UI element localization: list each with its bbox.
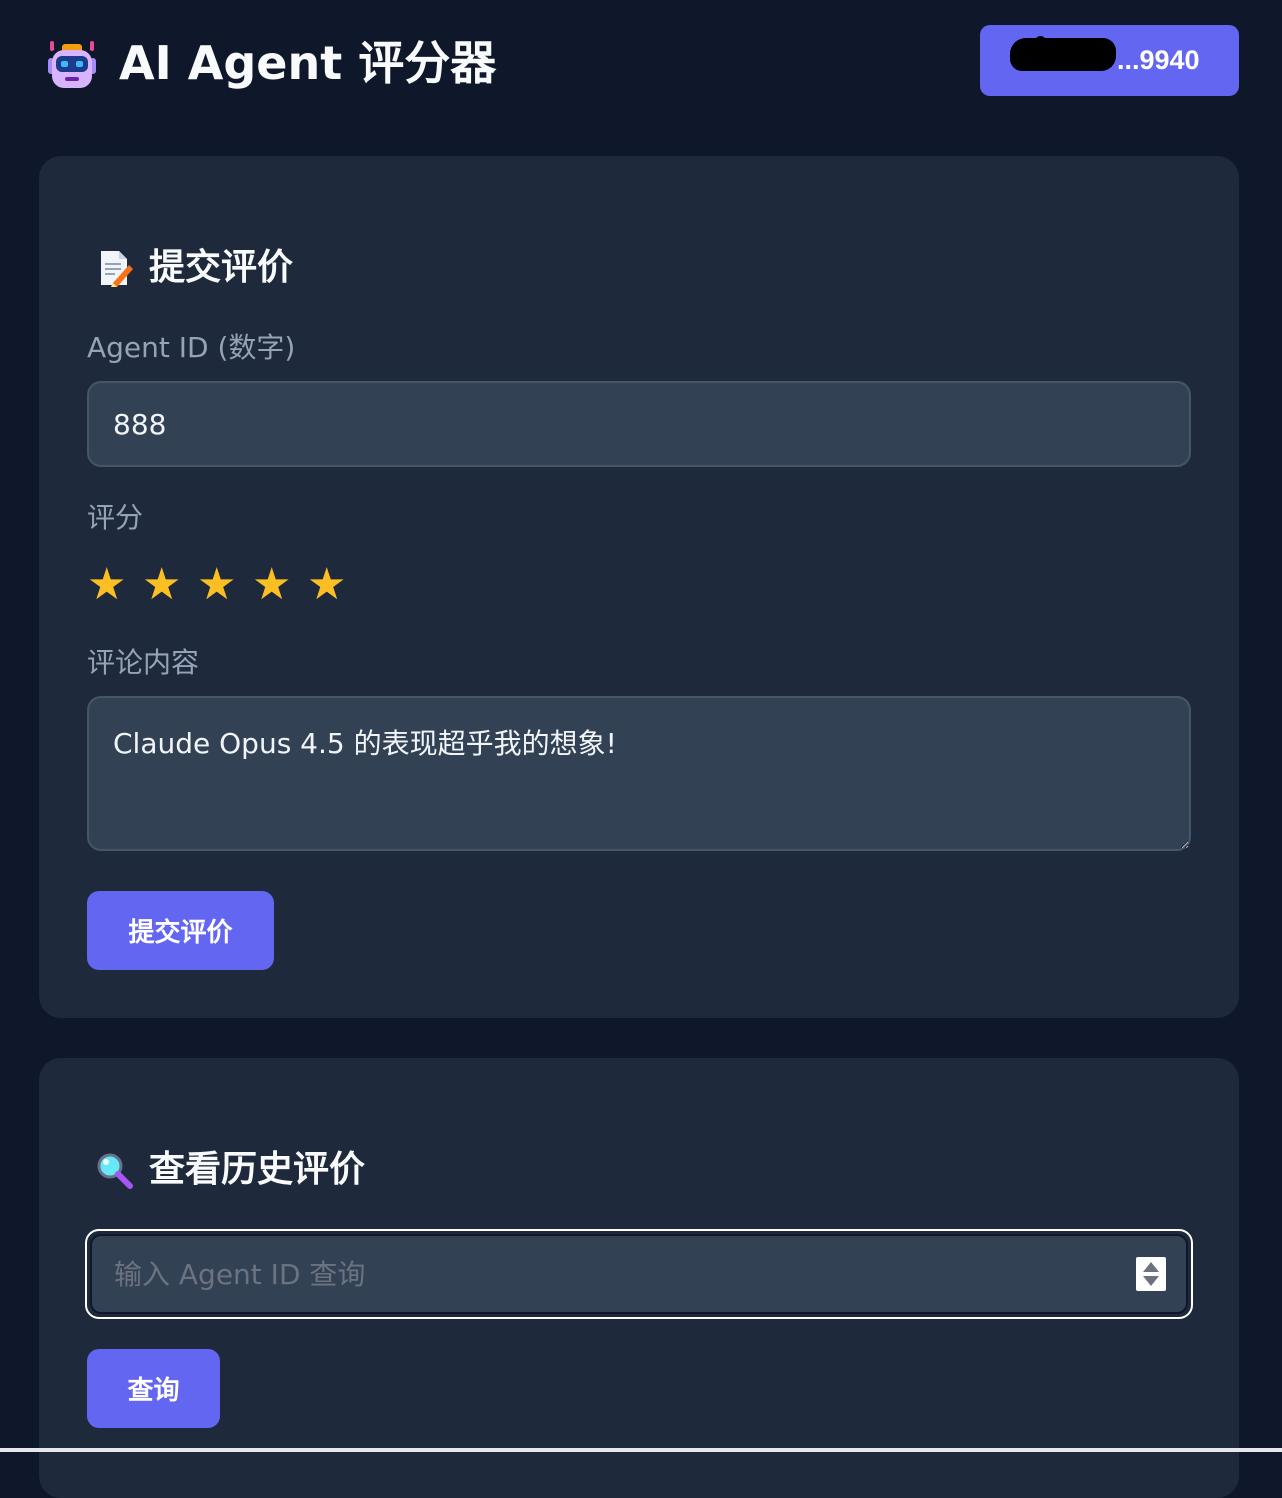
star-icon-5[interactable]: ★ [307, 560, 362, 610]
wallet-address-label: ...9940 [1117, 45, 1200, 75]
star-icon-3[interactable]: ★ [197, 560, 252, 610]
spinner-up-icon[interactable] [1143, 1262, 1159, 1272]
query-button[interactable]: 查询 [87, 1349, 220, 1428]
history-section-title: 查看历史评价 [95, 1148, 365, 1192]
submit-review-button[interactable]: 提交评价 [87, 891, 274, 970]
app-title: AI Agent 评分器 [119, 36, 497, 90]
agent-id-query-input[interactable] [90, 1234, 1188, 1314]
submit-review-card: 提交评价 Agent ID (数字) 评分 ★ ★ ★ ★ ★ 评论内容 Cla… [39, 156, 1239, 1018]
history-card: 查看历史评价 查询 [39, 1058, 1239, 1498]
comment-textarea[interactable]: Claude Opus 4.5 的表现超乎我的想象! [87, 696, 1191, 851]
star-icon-1[interactable]: ★ [87, 560, 142, 610]
redacted-address [1010, 36, 1116, 71]
star-icon-4[interactable]: ★ [252, 560, 307, 610]
magnifier-icon [97, 1153, 133, 1189]
number-spinner[interactable] [1136, 1257, 1166, 1291]
app-header: AI Agent 评分器 ...9940 [0, 0, 1282, 130]
robot-icon [48, 41, 96, 88]
star-rating: ★ ★ ★ ★ ★ [87, 560, 362, 610]
submit-section-title-text: 提交评价 [149, 247, 294, 288]
star-icon-2[interactable]: ★ [142, 560, 197, 610]
history-section-title-text: 查看历史评价 [149, 1149, 366, 1190]
comment-label: 评论内容 [87, 646, 200, 679]
agent-id-label: Agent ID (数字) [87, 331, 296, 364]
submit-section-title: 提交评价 [95, 246, 293, 290]
rating-label: 评分 [87, 501, 144, 534]
spinner-down-icon[interactable] [1143, 1276, 1159, 1286]
wallet-button[interactable]: ...9940 [980, 25, 1239, 96]
agent-id-input[interactable] [87, 381, 1191, 467]
agent-id-query-field [85, 1229, 1193, 1319]
redaction-mark [1035, 36, 1046, 47]
memo-icon [101, 251, 133, 287]
page-bottom-edge [0, 1448, 1282, 1452]
